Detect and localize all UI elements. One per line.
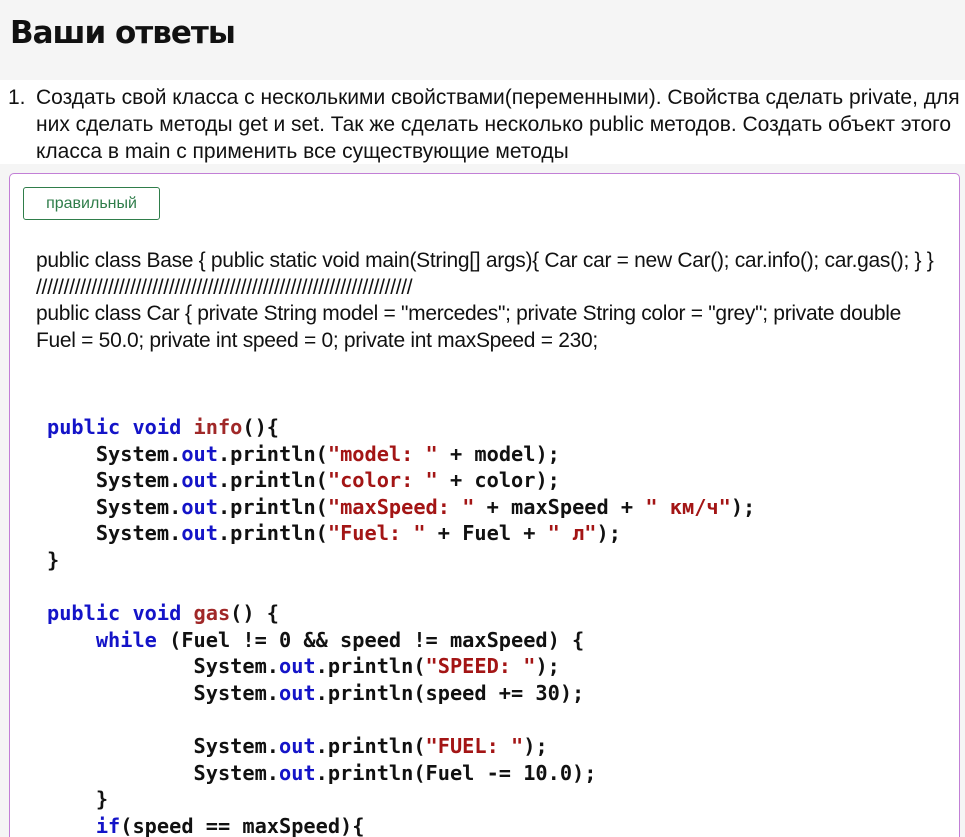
code-token: public void [47, 415, 194, 439]
code-token: ); [523, 734, 548, 759]
code-token: .println( [315, 734, 426, 759]
code-token: .println( [315, 654, 426, 679]
code-token: "SPEED: " [425, 654, 536, 679]
code-token: "model: " [327, 441, 438, 466]
code-token: + maxSpeed + [474, 494, 646, 519]
code-token: + Fuel + [425, 521, 548, 546]
code-token: "Fuel: " [327, 521, 426, 546]
code-line: System.out.println(speed += 30); [47, 680, 755, 707]
question-number: 1. [8, 86, 26, 109]
code-token: " л" [547, 521, 597, 546]
code-line: System.out.println("maxSpeed: " + maxSpe… [47, 494, 755, 521]
code-token: gas [193, 601, 231, 626]
code-token: while [95, 627, 157, 652]
code-token: .println( [217, 521, 328, 546]
code-token: out [181, 521, 218, 546]
code-token: .println(speed += 30); [315, 680, 585, 705]
code-line: public void gas() { [47, 600, 755, 627]
code-line: } [47, 547, 755, 574]
code-token: System. [47, 494, 182, 519]
code-token: System. [47, 468, 182, 493]
code-token: out [279, 680, 316, 705]
code-token: "maxSpeed: " [327, 494, 475, 519]
code-token: info [193, 415, 243, 439]
code-token: out [181, 468, 218, 493]
verdict-badge[interactable]: правильный [23, 187, 160, 220]
answer-text: public class Base { public static void m… [36, 248, 941, 354]
code-token: } [47, 787, 109, 812]
code-token: public void [47, 601, 194, 626]
code-token: (){ [242, 415, 280, 439]
answer-text-line: public class Base { public static void m… [36, 249, 934, 272]
answer-text-line: ////////////////////////////////////////… [36, 275, 413, 299]
question-text: Создать свой класса с несколькими свойст… [36, 86, 960, 163]
code-token: + model); [437, 441, 560, 466]
code-token: System. [47, 760, 279, 785]
code-token: () { [230, 601, 280, 626]
code-line: System.out.println("FUEL: "); [47, 733, 755, 760]
code-token: out [181, 441, 218, 466]
code-token: .println( [217, 468, 328, 493]
code-token: (Fuel != 0 && speed != maxSpeed) { [156, 627, 585, 652]
code-token: + color); [437, 468, 560, 493]
code-token: ); [535, 654, 560, 679]
code-token: out [279, 734, 316, 759]
code-token: System. [47, 734, 279, 759]
code-block: public void info(){ System.out.println("… [47, 414, 755, 837]
code-token: " км/ч" [645, 494, 731, 519]
code-token: out [181, 494, 218, 519]
code-line: System.out.println("color: " + color); [47, 467, 755, 494]
answer-text-line: public class Car { private String model … [36, 302, 902, 352]
code-token: ); [730, 494, 756, 519]
code-line: System.out.println(Fuel -= 10.0); [47, 760, 755, 787]
code-token: .println( [217, 494, 328, 519]
code-token: (speed == maxSpeed){ [120, 813, 365, 837]
code-token: .println(Fuel -= 10.0); [315, 760, 597, 785]
code-line: System.out.println("model: " + model); [47, 441, 755, 468]
code-line: System.out.println("SPEED: "); [47, 653, 755, 680]
code-line: if(speed == maxSpeed){ [47, 813, 755, 837]
code-token: "color: " [327, 468, 438, 493]
code-line: } [47, 786, 755, 813]
code-token: if [95, 813, 121, 837]
code-token: System. [47, 521, 182, 546]
code-token: "FUEL: " [425, 734, 524, 759]
code-line: public void info(){ [47, 414, 755, 441]
code-token: System. [47, 654, 279, 679]
code-line: while (Fuel != 0 && speed != maxSpeed) { [47, 627, 755, 654]
code-token: ); [596, 521, 621, 546]
page-title: Ваши ответы [10, 15, 236, 51]
answer-box: правильный public class Base { public st… [9, 173, 960, 837]
code-token: out [279, 760, 316, 785]
code-token: .println( [217, 441, 328, 466]
code-line: System.out.println("Fuel: " + Fuel + " л… [47, 520, 755, 547]
code-token: System. [47, 680, 279, 705]
code-token: } [47, 547, 60, 572]
question-item: 1. Создать свой класса с несколькими сво… [0, 80, 965, 164]
code-token: System. [47, 441, 182, 466]
code-token: out [279, 654, 316, 679]
